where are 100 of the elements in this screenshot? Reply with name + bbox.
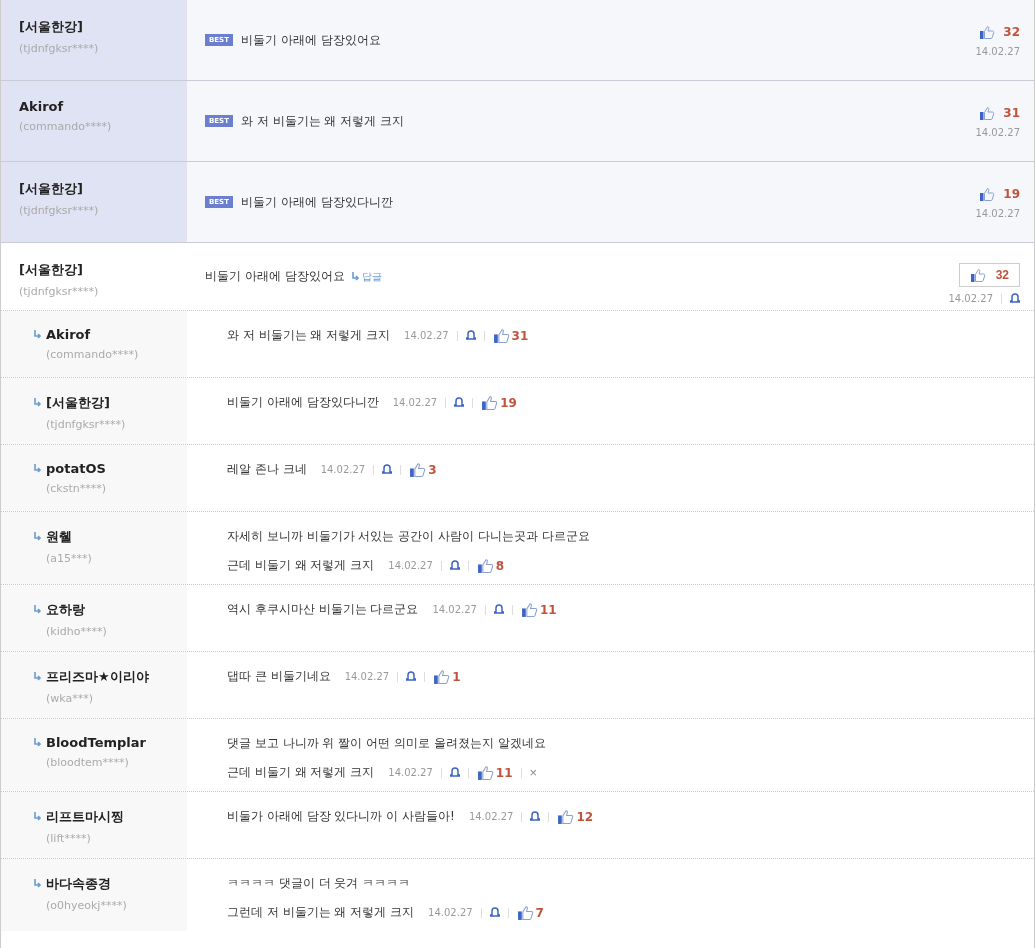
like-count: 31 bbox=[1003, 105, 1020, 120]
reply-text: 근데 비둘기 왜 저렇게 크지 bbox=[227, 557, 375, 574]
like-count: 7 bbox=[535, 905, 544, 920]
reply-arrow-icon bbox=[33, 532, 42, 542]
reply-date: 14.02.27 bbox=[344, 671, 390, 682]
user-id: (bloodtem****) bbox=[46, 756, 130, 769]
comment-date: 14.02.27 bbox=[975, 207, 1020, 219]
thumbs-up-icon[interactable] bbox=[476, 764, 494, 781]
reply-date: 14.02.27 bbox=[392, 397, 438, 408]
reply-date: 14.02.27 bbox=[428, 907, 473, 918]
thumbs-up-icon[interactable] bbox=[521, 601, 538, 618]
thumbs-up-icon[interactable] bbox=[481, 394, 499, 411]
user-id: (ckstn****) bbox=[46, 482, 108, 495]
reply-arrow-icon bbox=[33, 463, 42, 474]
user-id: (kidho****) bbox=[46, 625, 108, 638]
author-name: [서울한강] bbox=[19, 180, 84, 198]
bell-icon[interactable] bbox=[494, 604, 504, 615]
user-id: (lift****) bbox=[46, 832, 92, 845]
reply-date: 14.02.27 bbox=[432, 604, 477, 615]
user-id: (o0hyeokj****) bbox=[46, 899, 128, 912]
author-name: 프리즈마★이리야 bbox=[46, 668, 149, 686]
like-count: 12 bbox=[576, 809, 594, 824]
reply-text: ㅋㅋㅋㅋ 댓글이 더 웃겨 ㅋㅋㅋㅋ bbox=[227, 875, 411, 892]
comment-text: 와 저 비둘기는 왜 저렇게 크지 bbox=[240, 112, 404, 130]
thumbs-up-icon[interactable] bbox=[433, 668, 451, 685]
reply-link[interactable]: 답글 bbox=[350, 269, 382, 284]
author-name: 바다속종경 bbox=[46, 875, 111, 893]
thumbs-up-icon[interactable] bbox=[979, 104, 996, 121]
user-id: (tjdnfgksr****) bbox=[19, 204, 100, 217]
thumbs-up-icon[interactable] bbox=[492, 327, 510, 344]
thumbs-up-icon[interactable] bbox=[516, 904, 534, 921]
comment-date: 14.02.27 bbox=[975, 126, 1020, 138]
user-id: (wka***) bbox=[46, 692, 94, 705]
bell-icon[interactable] bbox=[454, 397, 465, 408]
reply-arrow-icon bbox=[33, 398, 42, 408]
reply-arrow-icon bbox=[33, 672, 42, 682]
reply-text: 자세히 보니까 비둘기가 서있는 공간이 사람이 다니는곳과 다르군요 bbox=[227, 528, 590, 545]
user-id: (commando****) bbox=[19, 120, 113, 133]
user-id: (tjdnfgksr****) bbox=[19, 285, 100, 298]
user-id: (tjdnfgksr****) bbox=[46, 418, 127, 431]
comment-date: 14.02.27 bbox=[948, 293, 993, 304]
thumbs-up-icon[interactable] bbox=[979, 185, 996, 202]
reply-arrow-icon bbox=[33, 812, 42, 822]
thumbs-up-icon[interactable] bbox=[557, 808, 575, 825]
bell-icon[interactable] bbox=[406, 671, 417, 682]
reply-arrow-icon bbox=[33, 329, 42, 340]
like-count: 19 bbox=[1003, 186, 1020, 201]
reply-text: 댑따 큰 비둘기네요 bbox=[227, 668, 331, 685]
bell-icon[interactable] bbox=[382, 464, 393, 475]
like-count: 11 bbox=[495, 765, 513, 780]
author-name: 요하랑 bbox=[46, 601, 85, 619]
reply-text: 비둘가 아래에 담장 있다니까 이 사람들아! bbox=[227, 808, 455, 825]
bell-icon[interactable] bbox=[465, 330, 476, 341]
author-name: [서울한강] bbox=[46, 394, 110, 412]
reply-text: 근데 비둘기 왜 저렇게 크지 bbox=[227, 764, 375, 781]
like-count: 3 bbox=[428, 462, 437, 477]
bell-icon[interactable] bbox=[449, 560, 460, 571]
bell-icon[interactable] bbox=[1010, 293, 1020, 304]
reply-arrow-icon bbox=[33, 879, 42, 889]
comment-text: 비둘기 아래에 담장있어요 bbox=[240, 31, 381, 49]
like-button[interactable]: 32 bbox=[958, 263, 1020, 287]
bell-icon[interactable] bbox=[449, 767, 460, 778]
like-count: 19 bbox=[500, 395, 517, 410]
reply-text: 와 저 비둘기는 왜 저렇게 크지 bbox=[227, 327, 391, 344]
reply-date: 14.02.27 bbox=[468, 811, 514, 822]
thumbs-up-icon[interactable] bbox=[409, 461, 427, 478]
comment-text: 비둘기 아래에 담장있어요 bbox=[205, 268, 345, 285]
reply-date: 14.02.27 bbox=[388, 767, 433, 778]
author-name: potatOS bbox=[46, 461, 106, 476]
comment-date: 14.02.27 bbox=[975, 45, 1020, 57]
like-count: 1 bbox=[452, 669, 461, 684]
author-name: BloodTemplar bbox=[46, 735, 146, 750]
thumbs-up-icon[interactable] bbox=[979, 23, 996, 40]
like-count: 31 bbox=[511, 328, 529, 343]
reply-arrow-icon bbox=[33, 605, 42, 615]
reply-arrow-icon bbox=[33, 737, 42, 748]
thumbs-up-icon[interactable] bbox=[476, 557, 494, 574]
reply-text: 댓글 보고 나니까 위 짤이 어떤 의미로 올려졌는지 알겠네요 bbox=[227, 735, 546, 752]
like-count: 11 bbox=[540, 602, 557, 617]
reply-arrow-icon bbox=[350, 271, 360, 282]
bell-icon[interactable] bbox=[489, 907, 500, 918]
reply-text: 레알 존나 크네 bbox=[227, 461, 307, 478]
user-id: (commando****) bbox=[46, 348, 140, 361]
like-count: 8 bbox=[495, 558, 505, 573]
author-name: Akirof bbox=[46, 327, 91, 342]
reply-date: 14.02.27 bbox=[388, 560, 433, 571]
author-name: [서울한강] bbox=[19, 261, 84, 279]
reply-text: 역시 후쿠시마산 비둘기는 다르군요 bbox=[227, 601, 419, 618]
user-id: (a15***) bbox=[46, 552, 93, 565]
comment-text: 비둘기 아래에 담장있다니깐 bbox=[240, 193, 393, 211]
author-name: Akirof bbox=[19, 99, 65, 114]
user-id: (tjdnfgksr****) bbox=[19, 42, 100, 55]
reply-date: 14.02.27 bbox=[404, 330, 449, 341]
thumbs-up-icon[interactable] bbox=[969, 267, 986, 283]
delete-button[interactable]: × bbox=[529, 765, 538, 780]
reply-text: 그런데 저 비둘기는 왜 저렇게 크지 bbox=[227, 904, 415, 921]
author-name: [서울한강] bbox=[19, 18, 84, 36]
reply-text: 비둘기 아래에 담장있다니깐 bbox=[227, 394, 379, 411]
like-count: 32 bbox=[1003, 24, 1020, 39]
bell-icon[interactable] bbox=[530, 811, 541, 822]
